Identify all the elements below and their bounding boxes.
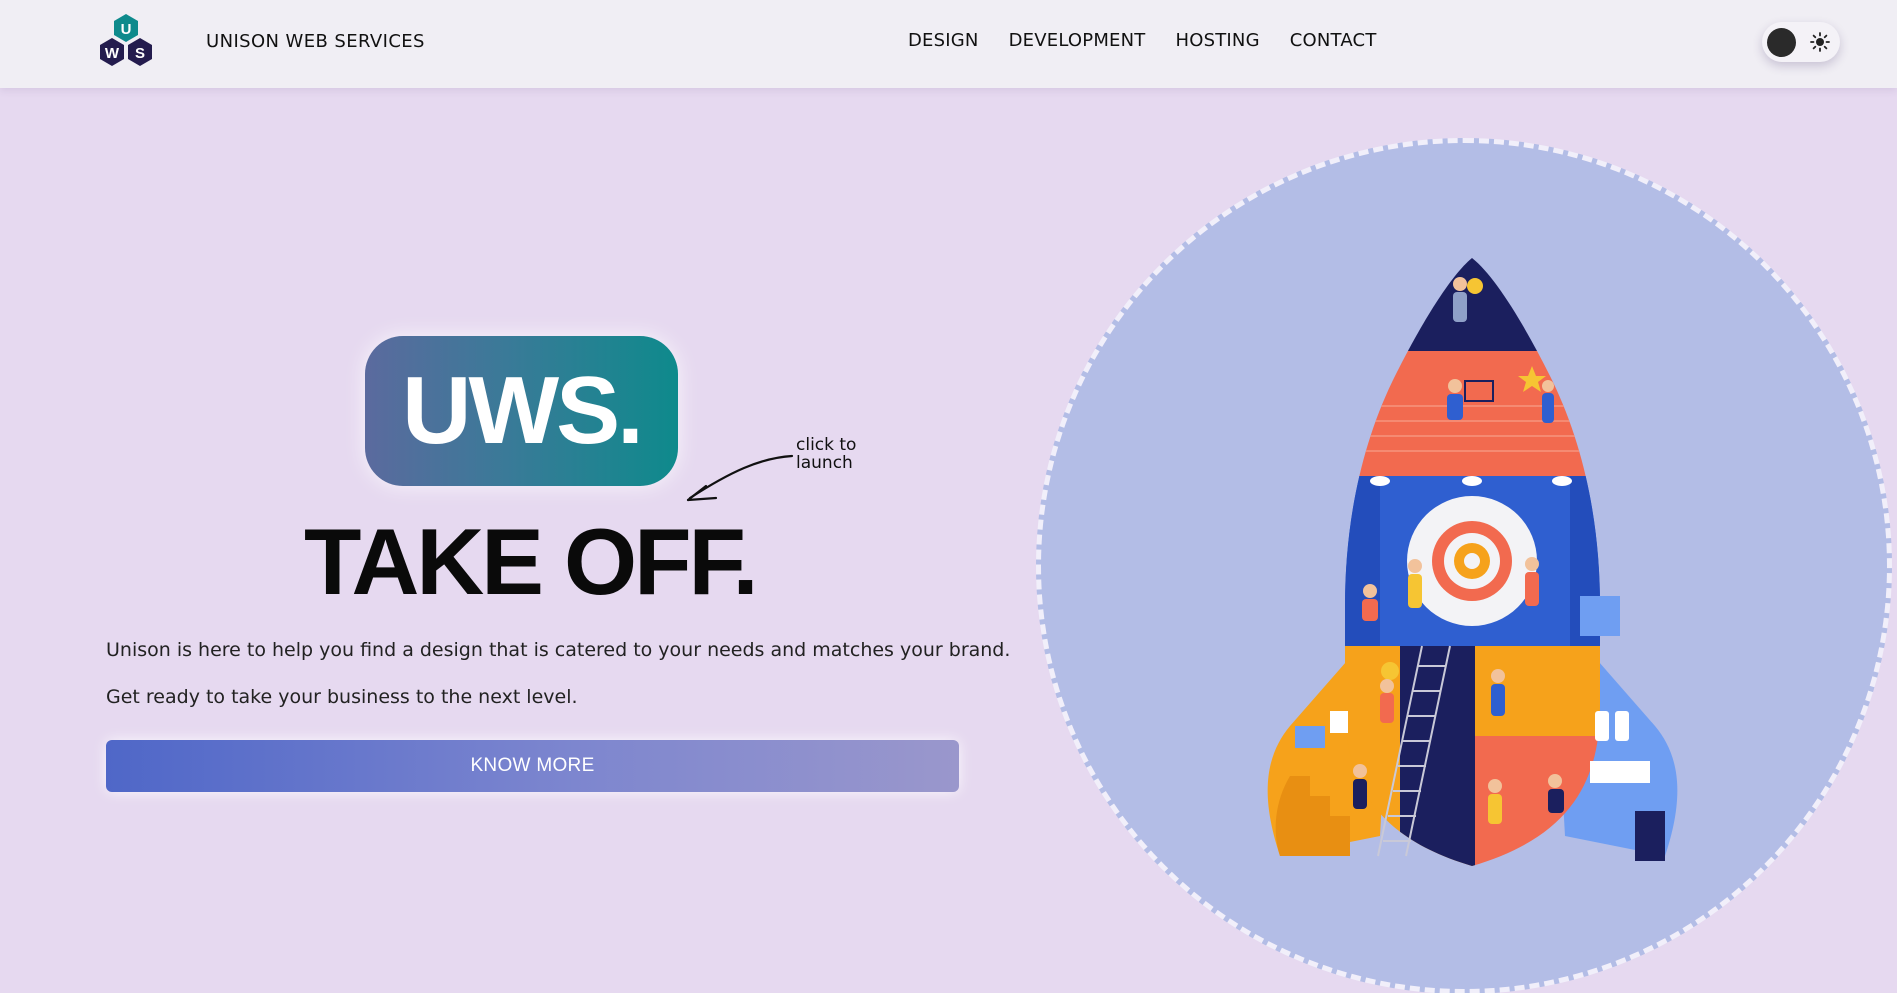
curved-arrow-icon [686,454,794,502]
nav-design[interactable]: DESIGN [908,30,979,51]
nav-development[interactable]: DEVELOPMENT [1009,30,1146,51]
svg-text:U: U [121,21,132,38]
click-to-launch-note: click to launch [796,436,856,472]
launch-badge-button[interactable]: UWS. [365,336,678,486]
toggle-knob [1767,28,1796,57]
badge-text: UWS. [402,357,644,464]
uws-logo-icon[interactable]: U W S [94,12,158,76]
main-nav: DESIGN DEVELOPMENT HOSTING CONTACT [908,30,1407,51]
know-more-button[interactable]: KNOW MORE [106,740,959,792]
hero-headline: TAKE OFF. [304,509,759,614]
theme-toggle[interactable] [1762,22,1840,62]
brand-name[interactable]: UNISON WEB SERVICES [206,31,425,52]
hero-paragraph-1: Unison is here to help you find a design… [106,639,1011,661]
sun-icon [1810,32,1830,52]
top-navbar: U W S UNISON WEB SERVICES DESIGN DEVELOP… [0,0,1897,88]
rocket-illustration [1267,258,1678,866]
svg-text:W: W [105,45,120,62]
svg-text:S: S [135,45,145,62]
launch-note-line1: click to [796,435,857,455]
launch-note-line2: launch [796,453,853,473]
hero-paragraph-2: Get ready to take your business to the n… [106,686,578,708]
nav-hosting[interactable]: HOSTING [1176,30,1260,51]
nav-contact[interactable]: CONTACT [1290,30,1377,51]
